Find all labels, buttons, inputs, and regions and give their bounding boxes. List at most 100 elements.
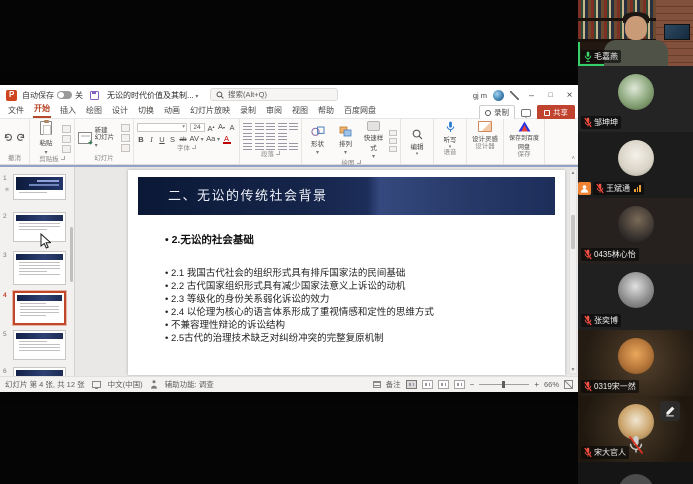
- grow-font-button[interactable]: A: [207, 122, 215, 133]
- shape-outline-icon[interactable]: [389, 138, 397, 144]
- justify-button[interactable]: [278, 133, 287, 140]
- scroll-up-icon[interactable]: ▲: [570, 170, 576, 176]
- slide-canvas[interactable]: 二、无讼的传统社会背景 2.无讼的社会基础 2.1 我国古代社会的组织形式具有排…: [128, 170, 565, 375]
- quick-styles-button[interactable]: 快速样式: [361, 121, 386, 160]
- comments-icon[interactable]: [521, 109, 531, 117]
- tab-insert[interactable]: 插入: [59, 105, 77, 118]
- font-name-select[interactable]: [137, 123, 187, 132]
- participant-tile[interactable]: 邹坤坤: [578, 66, 693, 132]
- save-icon[interactable]: [90, 91, 99, 100]
- slide-thumbnail-5[interactable]: [13, 330, 66, 360]
- vertical-scrollbar[interactable]: ▲ ▼: [569, 169, 577, 374]
- dialog-launcher-icon[interactable]: [192, 145, 196, 149]
- columns-button[interactable]: [243, 143, 252, 150]
- bold-button[interactable]: B: [137, 135, 145, 144]
- reading-view-icon[interactable]: [438, 380, 449, 389]
- cut-icon[interactable]: [62, 125, 71, 133]
- align-left-button[interactable]: [243, 133, 252, 140]
- thumbnail-scrollbar[interactable]: [70, 227, 73, 282]
- clear-formatting-button[interactable]: A: [228, 123, 236, 132]
- zoom-out-button[interactable]: −: [470, 381, 475, 389]
- reset-icon[interactable]: [121, 134, 130, 142]
- slide-thumbnail-4-selected[interactable]: [13, 291, 66, 325]
- minimize-button[interactable]: [525, 85, 538, 105]
- tab-draw[interactable]: 绘图: [85, 105, 103, 118]
- notes-toggle[interactable]: 备注: [386, 379, 401, 390]
- align-center-button[interactable]: [255, 133, 264, 140]
- tab-home[interactable]: 开始: [33, 103, 51, 118]
- zoom-level[interactable]: 66%: [544, 380, 559, 389]
- tab-help[interactable]: 帮助: [317, 105, 335, 118]
- tab-animations[interactable]: 动画: [163, 105, 181, 118]
- participant-tile[interactable]: 0435林心怡: [578, 198, 693, 264]
- indent-increase-button[interactable]: [278, 123, 287, 130]
- fit-to-window-icon[interactable]: [564, 380, 573, 389]
- undo-button[interactable]: [3, 129, 13, 147]
- scrollbar-thumb[interactable]: [571, 215, 575, 249]
- tab-view[interactable]: 视图: [291, 105, 309, 118]
- participant-tile[interactable]: 王斌通: [578, 132, 693, 198]
- new-slide-button[interactable]: 新建幻灯片: [78, 127, 118, 150]
- shape-effects-icon[interactable]: [389, 146, 397, 152]
- participant-tile[interactable]: 0319宋一然: [578, 330, 693, 396]
- accessibility-status[interactable]: 辅助功能: 调查: [165, 379, 214, 390]
- italic-button[interactable]: I: [148, 135, 156, 144]
- align-right-button[interactable]: [266, 133, 275, 140]
- close-button[interactable]: [563, 85, 576, 105]
- bullets-button[interactable]: [243, 123, 252, 130]
- search-box[interactable]: 搜索(Alt+Q): [210, 88, 338, 101]
- tab-transitions[interactable]: 切换: [137, 105, 155, 118]
- shrink-font-button[interactable]: A: [218, 122, 226, 132]
- autosave-toggle[interactable]: 自动保存 关: [22, 90, 83, 101]
- tab-review[interactable]: 审阅: [265, 105, 283, 118]
- save-to-baidu-button[interactable]: 保存到百度网盘: [507, 121, 541, 151]
- dialog-launcher-icon[interactable]: [61, 156, 65, 160]
- dialog-launcher-icon[interactable]: [357, 160, 361, 164]
- text-shadow-button[interactable]: S: [169, 135, 177, 144]
- font-color-button[interactable]: A: [223, 135, 231, 144]
- tab-file[interactable]: 文件: [7, 105, 25, 118]
- zoom-in-button[interactable]: +: [534, 381, 539, 389]
- slide-thumbnail-6[interactable]: [13, 367, 66, 376]
- layout-icon[interactable]: [121, 124, 130, 132]
- numbering-button[interactable]: [255, 123, 264, 130]
- participant-tile-active-speaker[interactable]: 毛嘉燕: [578, 0, 693, 66]
- tab-baidu-netdisk[interactable]: 百度网盘: [343, 105, 377, 118]
- arrange-button[interactable]: 排列: [333, 126, 358, 156]
- design-ideas-button[interactable]: 设计灵感: [470, 121, 500, 143]
- section-icon[interactable]: [121, 144, 130, 152]
- paste-button[interactable]: 粘贴: [33, 121, 59, 156]
- shape-fill-icon[interactable]: [389, 130, 397, 136]
- dictate-button[interactable]: 听写 ▾: [437, 121, 463, 149]
- slideshow-icon[interactable]: [454, 380, 465, 389]
- slide-sorter-icon[interactable]: [422, 380, 433, 389]
- font-size-select[interactable]: 24: [190, 123, 205, 132]
- copy-icon[interactable]: [62, 135, 71, 143]
- dialog-launcher-icon[interactable]: [276, 151, 280, 155]
- shapes-button[interactable]: 形状: [305, 126, 330, 156]
- align-text-button[interactable]: [266, 143, 275, 150]
- underline-button[interactable]: U: [158, 135, 166, 144]
- user-avatar[interactable]: [493, 90, 504, 101]
- slide-thumbnail-1[interactable]: [13, 174, 66, 200]
- document-title[interactable]: 无讼的时代价值及其制...: [107, 90, 198, 101]
- change-case-button[interactable]: Aa: [206, 134, 220, 145]
- editing-button[interactable]: 编辑 ▾: [404, 121, 430, 163]
- zoom-slider-thumb[interactable]: [502, 381, 505, 389]
- text-direction-button[interactable]: [255, 143, 264, 150]
- slide-thumbnail-3[interactable]: [13, 251, 66, 285]
- participant-tile[interactable]: 张奕博: [578, 264, 693, 330]
- character-spacing-button[interactable]: AV: [190, 134, 204, 145]
- tab-design[interactable]: 设计: [111, 105, 129, 118]
- paragraph-misc-button[interactable]: [289, 143, 298, 150]
- format-painter-icon[interactable]: [62, 145, 71, 153]
- record-button[interactable]: 录制: [479, 105, 515, 120]
- tab-record[interactable]: 录制: [239, 105, 257, 118]
- share-button[interactable]: 共享: [537, 105, 575, 120]
- strikethrough-button[interactable]: ab: [179, 135, 187, 144]
- normal-view-icon[interactable]: [406, 380, 417, 389]
- language-indicator[interactable]: 中文(中国): [108, 379, 143, 390]
- line-spacing-button[interactable]: [289, 123, 298, 130]
- participant-tile[interactable]: 宋大官人: [578, 396, 693, 462]
- zoom-slider[interactable]: [479, 384, 529, 386]
